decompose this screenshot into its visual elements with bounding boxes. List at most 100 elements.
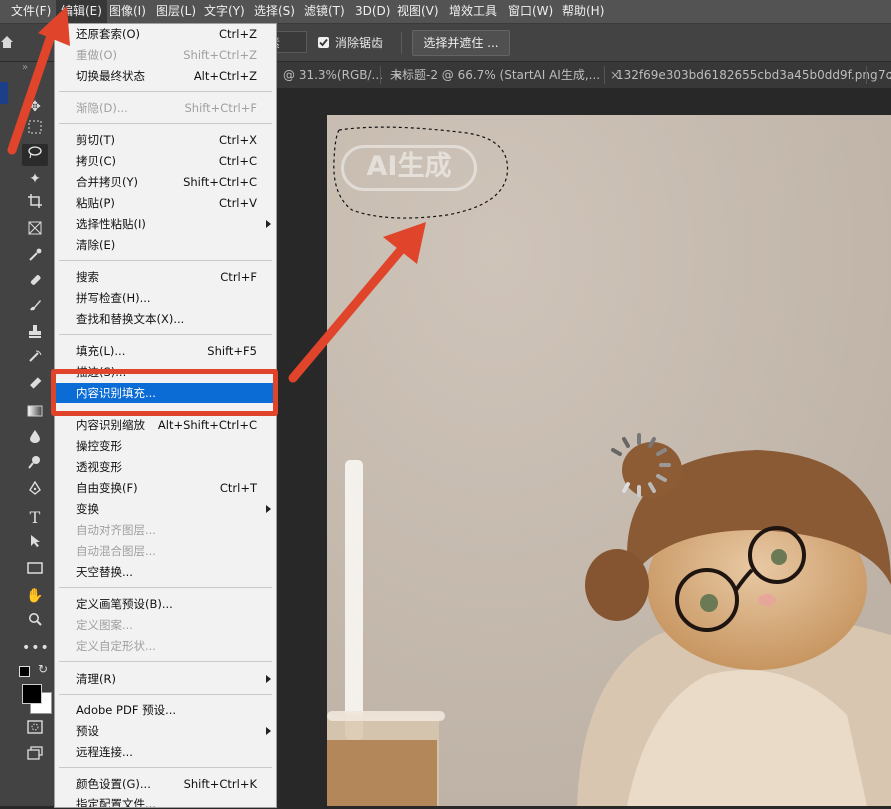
menu-item-toggle-last-state[interactable]: 切换最终状态 Alt+Ctrl+Z bbox=[55, 66, 276, 86]
menu-image[interactable]: 图像(I) bbox=[104, 0, 151, 23]
eyedropper-icon[interactable] bbox=[22, 247, 48, 269]
menu-edit[interactable]: 编辑(E) bbox=[56, 0, 107, 23]
menu-bar: 文件(F) 编辑(E) 图像(I) 图层(L) 文字(Y) 选择(S) 滤镜(T… bbox=[0, 0, 891, 24]
menu-item-perspective-warp[interactable]: 透视变形 bbox=[55, 457, 276, 477]
menu-item-find-replace[interactable]: 查找和替换文本(X)... bbox=[55, 309, 276, 329]
gradient-tool-icon[interactable] bbox=[22, 402, 48, 424]
menu-item-content-aware-scale[interactable]: 内容识别缩放 Alt+Shift+Ctrl+C bbox=[55, 415, 276, 435]
menu-item-puppet-warp[interactable]: 操控变形 bbox=[55, 436, 276, 456]
menu-item-pdf-presets[interactable]: Adobe PDF 预设... bbox=[55, 700, 276, 720]
marquee-tool-icon[interactable] bbox=[22, 119, 48, 141]
menu-3d[interactable]: 3D(D) bbox=[350, 0, 395, 23]
home-icon[interactable] bbox=[0, 35, 14, 49]
menu-filter[interactable]: 滤镜(T) bbox=[299, 0, 350, 23]
menu-type[interactable]: 文字(Y) bbox=[199, 0, 250, 23]
menu-item-remote-connections[interactable]: 远程连接... bbox=[55, 742, 276, 762]
divider bbox=[401, 32, 402, 54]
frame-tool-icon[interactable] bbox=[22, 220, 48, 242]
menu-item-purge[interactable]: 清理(R) bbox=[55, 669, 276, 689]
foreground-color-swatch[interactable] bbox=[22, 684, 42, 704]
menu-select[interactable]: 选择(S) bbox=[249, 0, 300, 23]
submenu-arrow-icon bbox=[266, 220, 271, 228]
menu-item-cut[interactable]: 剪切(T) Ctrl+X bbox=[55, 130, 276, 150]
menu-separator bbox=[59, 260, 272, 261]
lasso-tool-icon[interactable] bbox=[22, 144, 48, 166]
menu-separator bbox=[59, 123, 272, 124]
menu-window[interactable]: 窗口(W) bbox=[503, 0, 558, 23]
menu-plugins[interactable]: 增效工具 bbox=[444, 0, 502, 23]
menu-item-clear[interactable]: 清除(E) bbox=[55, 235, 276, 255]
collapse-chevron-icon[interactable]: » bbox=[22, 62, 28, 73]
rectangle-tool-icon[interactable] bbox=[22, 559, 48, 581]
pen-tool-icon[interactable] bbox=[22, 480, 48, 502]
hand-tool-icon[interactable]: ✋ bbox=[22, 585, 48, 607]
menu-item-fill[interactable]: 填充(L)... Shift+F5 bbox=[55, 341, 276, 361]
tab-document-4[interactable]: 7c bbox=[878, 62, 891, 88]
panel-tab-icon[interactable] bbox=[0, 82, 8, 104]
menu-separator bbox=[59, 91, 272, 92]
tab-divider bbox=[380, 66, 381, 84]
stamp-tool-icon[interactable] bbox=[22, 323, 48, 345]
swap-colors-icon[interactable]: ↻ bbox=[38, 662, 48, 676]
antialias-checkbox[interactable] bbox=[318, 37, 329, 48]
tab-divider bbox=[604, 66, 605, 84]
menu-layer[interactable]: 图层(L) bbox=[151, 0, 201, 23]
menu-item-define-pattern: 定义图案... bbox=[76, 618, 133, 632]
menu-item-copy[interactable]: 拷贝(C) Ctrl+C bbox=[55, 151, 276, 171]
healing-brush-icon[interactable] bbox=[22, 272, 48, 294]
dodge-tool-icon[interactable] bbox=[22, 454, 48, 476]
select-and-mask-button[interactable]: 选择并遮住 ... bbox=[412, 30, 510, 56]
tools-panel: » ✥ ✦ T ✋ ••• ↻ bbox=[0, 62, 55, 806]
magic-wand-icon[interactable]: ✦ bbox=[22, 168, 48, 190]
submenu-arrow-icon bbox=[266, 675, 271, 683]
menu-item-color-settings[interactable]: 颜色设置(G)... Shift+Ctrl+K bbox=[55, 774, 276, 794]
menu-help[interactable]: 帮助(H) bbox=[557, 0, 609, 23]
tab-label: 132f69e303bd6182655cbd3a45b0dd9f.png bbox=[616, 68, 878, 82]
type-tool-icon[interactable]: T bbox=[22, 507, 48, 529]
tab-divider bbox=[866, 66, 867, 84]
menu-item-sky-replacement[interactable]: 天空替换... bbox=[55, 562, 276, 582]
default-colors-icon[interactable] bbox=[19, 666, 30, 677]
screen-mode-icon[interactable] bbox=[22, 745, 48, 767]
menu-item-redo: 重做(O) Shift+Ctrl+Z bbox=[76, 48, 257, 62]
menu-item-copy-merged[interactable]: 合并拷贝(Y) Shift+Ctrl+C bbox=[55, 172, 276, 192]
menu-file[interactable]: 文件(F) bbox=[6, 0, 56, 23]
menu-item-paste[interactable]: 粘贴(P) Ctrl+V bbox=[55, 193, 276, 213]
menu-item-search[interactable]: 搜索 Ctrl+F bbox=[55, 267, 276, 287]
tab-label: 7c bbox=[878, 68, 891, 82]
menu-item-define-brush[interactable]: 定义画笔预设(B)... bbox=[55, 594, 276, 614]
menu-item-fade: 渐隐(D)... Shift+Ctrl+F bbox=[76, 101, 257, 115]
menu-separator bbox=[59, 767, 272, 768]
history-brush-icon[interactable] bbox=[22, 348, 48, 370]
menu-item-free-transform[interactable]: 自由变换(F) Ctrl+T bbox=[55, 478, 276, 498]
menu-separator bbox=[59, 587, 272, 588]
brush-tool-icon[interactable] bbox=[22, 297, 48, 319]
move-tool-icon[interactable]: ✥ bbox=[22, 96, 48, 118]
blur-tool-icon[interactable] bbox=[22, 428, 48, 450]
antialias-label: 消除锯齿 bbox=[335, 36, 384, 50]
tab-label: @ 31.3%(RGB/... bbox=[283, 68, 383, 82]
menu-view[interactable]: 视图(V) bbox=[392, 0, 444, 23]
tab-document-3[interactable]: 132f69e303bd6182655cbd3a45b0dd9f.png× bbox=[616, 62, 891, 88]
submenu-arrow-icon bbox=[266, 727, 271, 735]
tab-document-1[interactable]: @ 31.3%(RGB/... × bbox=[283, 62, 403, 88]
menu-separator bbox=[59, 661, 272, 662]
menu-item-presets[interactable]: 预设 bbox=[55, 721, 276, 741]
menu-item-paste-special[interactable]: 选择性粘贴(I) bbox=[55, 214, 276, 234]
more-tools-icon[interactable]: ••• bbox=[22, 637, 49, 659]
menu-item-undo[interactable]: 还原套索(O) Ctrl+Z bbox=[55, 24, 276, 44]
menu-item-assign-profile[interactable]: 指定配置文件... bbox=[55, 794, 276, 807]
eraser-tool-icon[interactable] bbox=[22, 375, 48, 397]
crop-tool-icon[interactable] bbox=[22, 193, 48, 215]
watermark-text: AI生成 bbox=[341, 145, 477, 191]
menu-item-transform[interactable]: 变换 bbox=[55, 499, 276, 519]
tab-document-2[interactable]: 未标题-2 @ 66.7% (StartAI AI生成,... × bbox=[390, 62, 620, 88]
quick-mask-icon[interactable] bbox=[22, 719, 48, 741]
highlight-box bbox=[51, 369, 278, 416]
cat-illustration bbox=[327, 115, 891, 806]
zoom-tool-icon[interactable] bbox=[22, 611, 48, 633]
cat-photo: AI生成 bbox=[327, 115, 891, 806]
path-selection-icon[interactable] bbox=[22, 533, 48, 555]
menu-item-spell-check[interactable]: 拼写检查(H)... bbox=[55, 288, 276, 308]
menu-item-auto-align: 自动对齐图层... bbox=[76, 523, 156, 537]
